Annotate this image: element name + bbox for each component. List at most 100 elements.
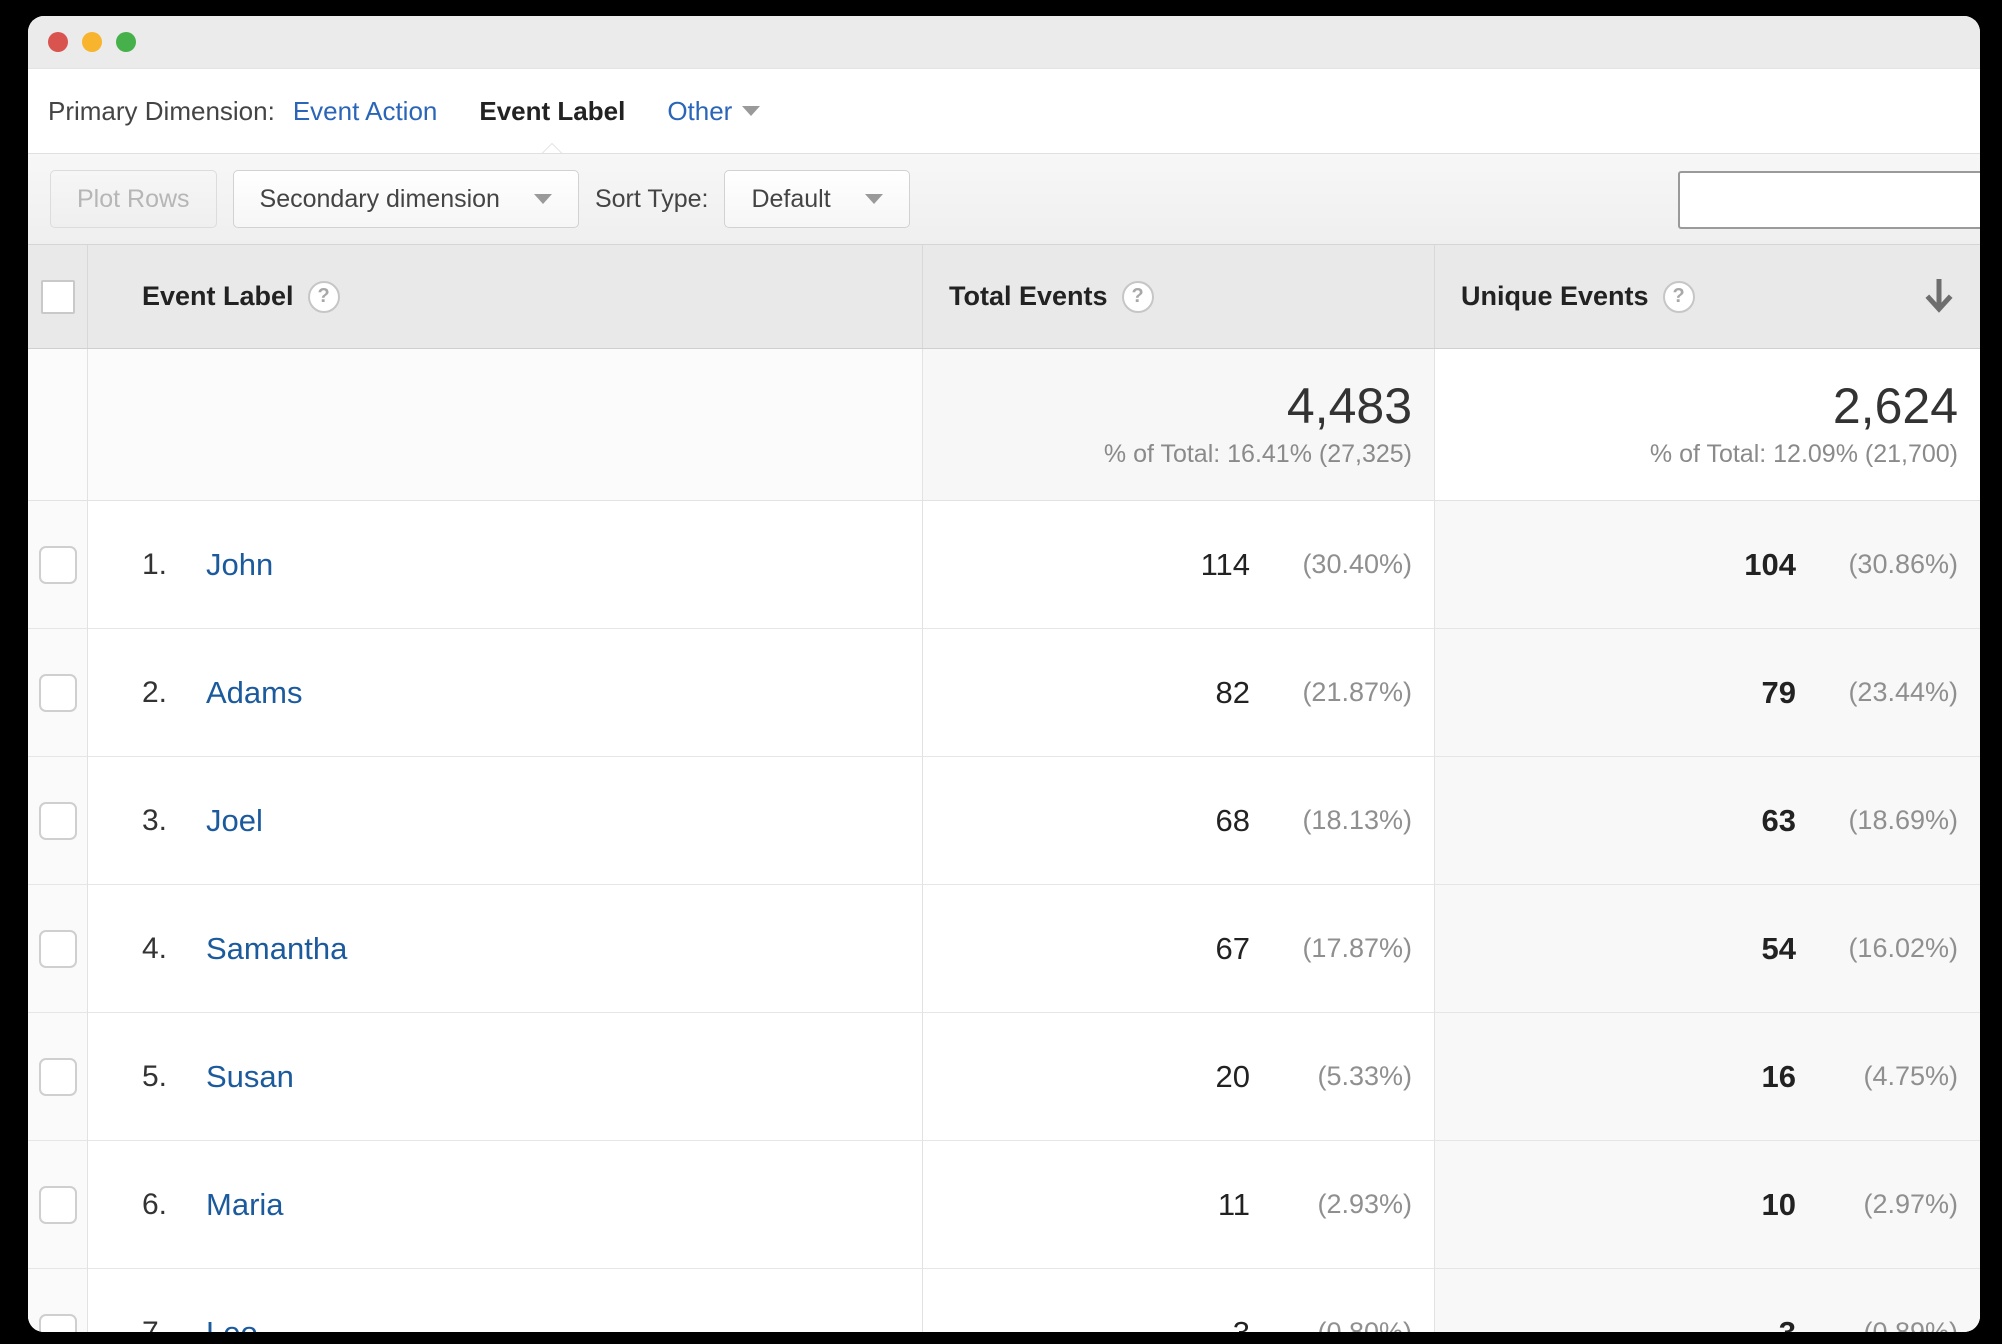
row-total-events-cell: 11 (2.93%) — [923, 1141, 1435, 1269]
row-rank: 4. — [142, 931, 168, 965]
row-rank: 1. — [142, 547, 168, 581]
chevron-down-icon — [533, 194, 552, 204]
primary-dimension-event-action[interactable]: Event Action — [293, 96, 438, 127]
row-label-cell: 4. Samantha — [88, 885, 923, 1013]
column-header-total-events[interactable]: Total Events ? — [923, 245, 1435, 348]
row-unique-events-value: 104 — [1744, 546, 1796, 582]
row-total-events-percent: (18.13%) — [1302, 805, 1412, 835]
row-checkbox[interactable] — [38, 673, 77, 712]
arrow-down-icon[interactable] — [1924, 278, 1954, 315]
column-header-unique-events-text: Unique Events — [1461, 281, 1649, 311]
row-unique-events-percent: (18.69%) — [1848, 805, 1958, 835]
row-total-events-cell: 20 (5.33%) — [923, 1013, 1435, 1141]
table-header: Event Label ? Total Events ? Unique Even… — [28, 245, 1980, 349]
help-icon[interactable]: ? — [307, 280, 340, 313]
row-label-link[interactable]: Samantha — [206, 931, 347, 967]
row-unique-events-cell: 104 (30.86%) — [1435, 501, 1980, 629]
maximize-window-button[interactable] — [116, 32, 136, 52]
row-label-link[interactable]: Leo — [206, 1315, 258, 1333]
primary-dimension-event-label-text: Event Label — [479, 95, 626, 126]
row-total-events-value: 3 — [1232, 1314, 1250, 1333]
row-unique-events-cell: 10 (2.97%) — [1435, 1141, 1980, 1269]
row-label-link[interactable]: Maria — [206, 1187, 284, 1223]
summary-row: 4,483 % of Total: 16.41% (27,325) 2,624 … — [28, 349, 1980, 501]
row-unique-events-percent: (2.97%) — [1863, 1189, 1958, 1219]
row-total-events-value: 68 — [1215, 802, 1250, 838]
screenshot-stage: Primary Dimension: Event Action Event La… — [0, 0, 2002, 1344]
page-viewport: Primary Dimension: Event Action Event La… — [28, 68, 1980, 1332]
row-unique-events-cell: 63 (18.69%) — [1435, 757, 1980, 885]
select-all-checkbox[interactable] — [40, 279, 75, 314]
row-total-events-percent: (21.87%) — [1302, 677, 1412, 707]
row-label-link[interactable]: Adams — [206, 675, 302, 711]
row-rank: 7. — [142, 1315, 168, 1333]
row-unique-events-value: 10 — [1761, 1186, 1796, 1222]
summary-total-events-value: 4,483 — [1286, 377, 1412, 434]
row-checkbox[interactable] — [38, 545, 77, 584]
table-row: 5. Susan 20 (5.33%) 16 (4.75%) — [28, 1013, 1980, 1141]
search-box — [1678, 171, 1980, 229]
row-total-events-percent: (0.80%) — [1317, 1317, 1412, 1332]
column-header-event-label[interactable]: Event Label ? — [88, 245, 923, 348]
chevron-down-icon — [742, 106, 761, 116]
table-row: 1. John 114 (30.40%) 104 (30.86%) — [28, 501, 1980, 629]
table-row: 2. Adams 82 (21.87%) 79 (23.44%) — [28, 629, 1980, 757]
row-total-events-cell: 82 (21.87%) — [923, 629, 1435, 757]
row-unique-events-percent: (23.44%) — [1848, 677, 1958, 707]
close-window-button[interactable] — [48, 32, 68, 52]
row-unique-events-value: 16 — [1761, 1058, 1796, 1094]
row-select-cell — [28, 501, 88, 629]
sort-type-select[interactable]: Default — [724, 170, 910, 228]
row-total-events-value: 11 — [1217, 1186, 1250, 1222]
row-select-cell — [28, 757, 88, 885]
summary-unique-events-cell: 2,624 % of Total: 12.09% (21,700) — [1435, 349, 1980, 501]
primary-dimension-other-dropdown[interactable]: Other — [667, 95, 761, 127]
row-rank: 3. — [142, 803, 168, 837]
events-table: Event Label ? Total Events ? Unique Even… — [28, 245, 1980, 1332]
plot-rows-button[interactable]: Plot Rows — [50, 170, 217, 228]
primary-dimension-bar: Primary Dimension: Event Action Event La… — [28, 69, 1980, 157]
secondary-dimension-select[interactable]: Secondary dimension — [232, 170, 579, 228]
row-unique-events-percent: (4.75%) — [1863, 1061, 1958, 1091]
row-total-events-percent: (17.87%) — [1302, 933, 1412, 963]
row-unique-events-value: 63 — [1761, 802, 1796, 838]
primary-dimension-other-text: Other — [667, 95, 733, 126]
column-header-unique-events[interactable]: Unique Events ? — [1435, 245, 1980, 348]
row-label-cell: 1. John — [88, 501, 923, 629]
row-total-events-value: 82 — [1215, 674, 1250, 710]
help-icon[interactable]: ? — [1662, 280, 1695, 313]
row-label-link[interactable]: Susan — [206, 1059, 294, 1095]
summary-check-cell — [28, 349, 88, 501]
row-rank: 5. — [142, 1059, 168, 1093]
row-label-link[interactable]: John — [206, 547, 273, 583]
summary-unique-events-subtext: % of Total: 12.09% (21,700) — [1649, 440, 1958, 469]
summary-unique-events-value: 2,624 — [1832, 377, 1958, 434]
row-checkbox[interactable] — [38, 801, 77, 840]
row-total-events-percent: (2.93%) — [1317, 1189, 1412, 1219]
row-total-events-percent: (30.40%) — [1302, 549, 1412, 579]
row-label-cell: 2. Adams — [88, 629, 923, 757]
chevron-down-icon — [864, 194, 883, 204]
table-header-row: Event Label ? Total Events ? Unique Even… — [28, 245, 1980, 349]
row-select-cell — [28, 629, 88, 757]
search-input[interactable] — [1678, 171, 1980, 229]
summary-total-events-subtext: % of Total: 16.41% (27,325) — [1103, 440, 1412, 469]
row-total-events-value: 114 — [1200, 546, 1250, 582]
row-checkbox[interactable] — [38, 1057, 77, 1096]
row-label-link[interactable]: Joel — [206, 803, 263, 839]
minimize-window-button[interactable] — [82, 32, 102, 52]
select-all-cell — [28, 245, 88, 348]
primary-dimension-event-label[interactable]: Event Label — [479, 95, 626, 157]
row-checkbox[interactable] — [38, 1313, 77, 1332]
help-icon[interactable]: ? — [1121, 280, 1154, 313]
table-body: 1. John 114 (30.40%) 104 (30.86%) 2. Adams 82 (21… — [28, 501, 1980, 1332]
row-unique-events-value: 54 — [1761, 930, 1796, 966]
row-checkbox[interactable] — [38, 929, 77, 968]
row-checkbox[interactable] — [38, 1185, 77, 1224]
row-unique-events-cell: 54 (16.02%) — [1435, 885, 1980, 1013]
row-total-events-cell: 3 (0.80%) — [923, 1269, 1435, 1332]
table-summary: 4,483 % of Total: 16.41% (27,325) 2,624 … — [28, 349, 1980, 501]
summary-total-events-cell: 4,483 % of Total: 16.41% (27,325) — [923, 349, 1435, 501]
row-unique-events-value: 79 — [1761, 674, 1796, 710]
row-total-events-cell: 114 (30.40%) — [923, 501, 1435, 629]
